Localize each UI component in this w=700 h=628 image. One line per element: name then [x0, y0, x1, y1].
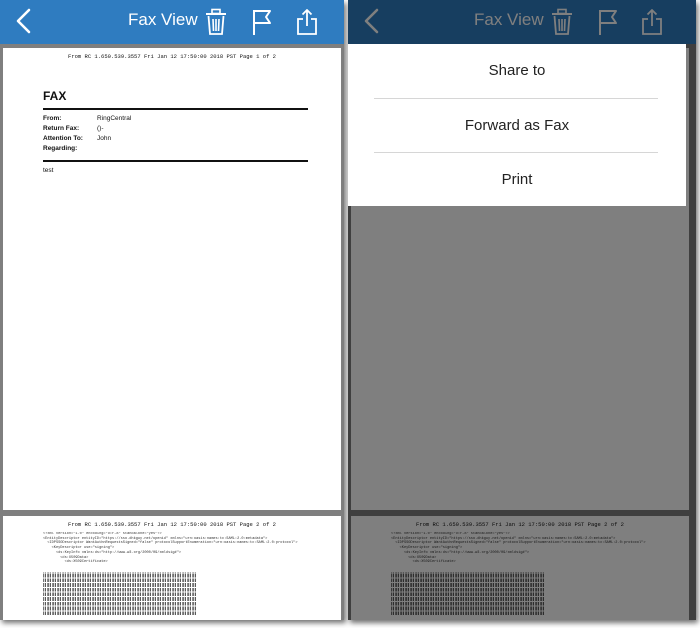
- fax-page-header: From RC 1.650.539.3557 Fri Jan 12 17:50:…: [68, 53, 276, 60]
- field-value: ()-: [97, 125, 104, 132]
- field-label: Regarding:: [43, 145, 78, 152]
- certificate-data-texture: [43, 572, 197, 616]
- fax-page-2: From RC 1.650.539.3557 Fri Jan 12 17:50:…: [3, 516, 341, 620]
- chevron-left-icon[interactable]: [10, 6, 40, 36]
- nav-title: Fax View: [128, 10, 198, 29]
- fax-view-screen: Fax View From RC 1.650.539.3557 Fri Jan …: [0, 0, 344, 620]
- fax-title: FAX: [43, 89, 67, 103]
- flag-icon[interactable]: [250, 8, 274, 36]
- field-value: RingCentral: [97, 115, 132, 122]
- fax-view-actions-screen: Fax View From RC 1.650.539.3557 Fri Jan …: [348, 0, 696, 620]
- field-label: From:: [43, 115, 62, 122]
- fax-body-text: test: [43, 167, 54, 174]
- fax-page-1: From RC 1.650.539.3557 Fri Jan 12 17:50:…: [3, 48, 341, 510]
- field-label: Attention To:: [43, 135, 83, 142]
- field-value: John: [97, 135, 112, 142]
- divider: [43, 160, 308, 162]
- divider: [43, 108, 308, 110]
- field-label: Return Fax:: [43, 125, 80, 132]
- fax-page-header: From RC 1.650.539.3557 Fri Jan 12 17:50:…: [68, 521, 276, 528]
- share-to-button[interactable]: Share to: [348, 44, 686, 98]
- print-button[interactable]: Print: [348, 153, 686, 207]
- trash-icon[interactable]: [204, 8, 228, 36]
- forward-as-fax-button[interactable]: Forward as Fax: [348, 99, 686, 153]
- navigation-bar: Fax View: [0, 0, 344, 44]
- action-sheet: Share to Forward as Fax Print: [348, 44, 686, 206]
- share-icon[interactable]: [295, 8, 319, 36]
